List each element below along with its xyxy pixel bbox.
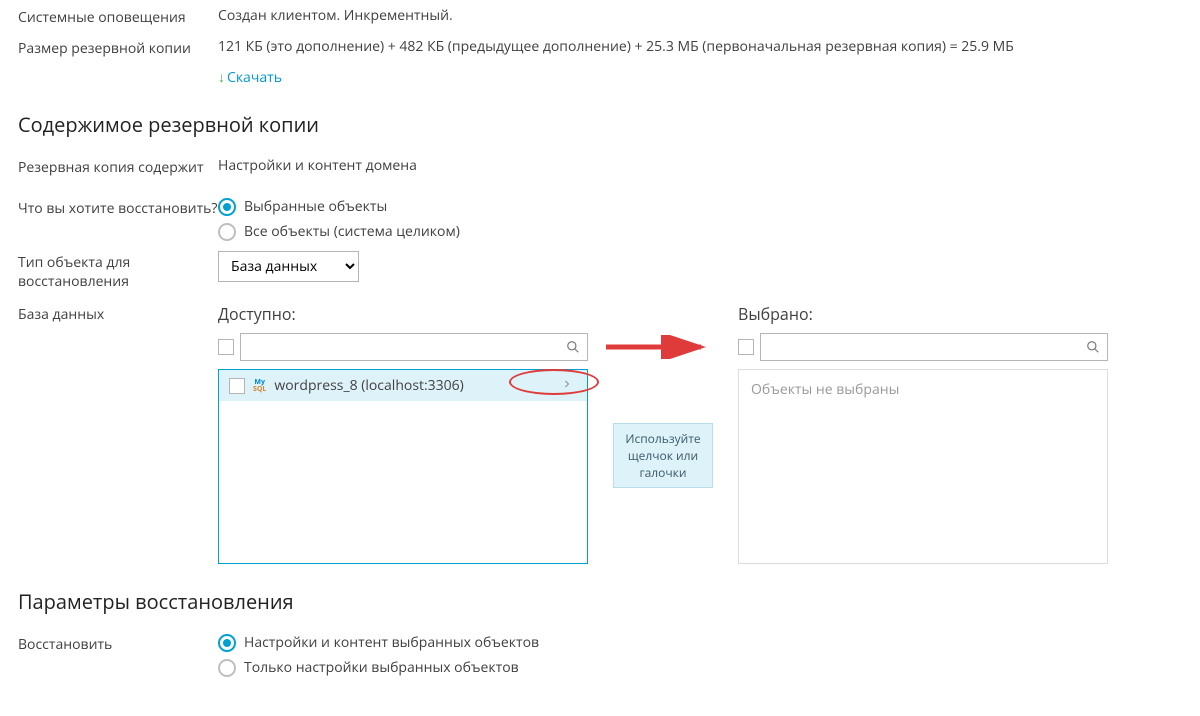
sys-notifications-value: Создан клиентом. Инкрементный. (218, 6, 1182, 27)
what-restore-label: Что вы хотите восстановить? (18, 197, 218, 241)
selected-search-input[interactable] (761, 335, 1079, 359)
backup-size-label: Размер резервной копии (18, 37, 218, 58)
available-select-all-checkbox[interactable] (218, 339, 234, 355)
search-icon[interactable] (1079, 340, 1107, 354)
backup-contains-value: Настройки и контент домена (218, 156, 1182, 177)
mysql-icon: MySQL (253, 379, 266, 393)
available-search-input[interactable] (241, 335, 559, 359)
object-type-label: Тип объекта для восстановления (18, 251, 218, 291)
object-type-select[interactable]: База данных (218, 251, 359, 282)
available-title: Доступно: (218, 303, 588, 325)
selected-select-all-checkbox[interactable] (738, 339, 754, 355)
db-row-label: База данных (18, 303, 218, 564)
chevron-right-icon[interactable] (557, 376, 577, 395)
section-title-restore: Параметры восстановления (18, 588, 1182, 615)
download-icon: ↓ (218, 68, 225, 87)
radio-label: Настройки и контент выбранных объектов (244, 633, 539, 652)
item-label: wordpress_8 (localhost:3306) (274, 376, 549, 395)
backup-size-value: 121 КБ (это дополнение) + 482 КБ (предыд… (218, 37, 1182, 58)
section-title-content: Содержимое резервной копии (18, 111, 1182, 138)
radio-icon (218, 198, 236, 216)
radio-settings-and-content[interactable]: Настройки и контент выбранных объектов (218, 633, 1182, 652)
selected-title: Выбрано: (738, 303, 1108, 325)
selected-list: Объекты не выбраны (738, 369, 1108, 564)
radio-icon (218, 223, 236, 241)
radio-icon (218, 634, 236, 652)
selected-search-wrap (760, 333, 1108, 361)
radio-label: Только настройки выбранных объектов (244, 658, 519, 677)
radio-icon (218, 659, 236, 677)
radio-label: Все объекты (система целиком) (244, 222, 460, 241)
item-checkbox[interactable] (229, 378, 245, 394)
list-item[interactable]: MySQL wordpress_8 (localhost:3306) (219, 370, 587, 401)
restore-label: Восстановить (18, 633, 218, 677)
download-link[interactable]: Скачать (227, 68, 282, 87)
radio-selected-objects[interactable]: Выбранные объекты (218, 197, 1182, 216)
sys-notifications-label: Системные оповещения (18, 6, 218, 27)
available-search-wrap (240, 333, 588, 361)
radio-all-objects[interactable]: Все объекты (система целиком) (218, 222, 1182, 241)
backup-contains-label: Резервная копия содержит (18, 156, 218, 177)
radio-settings-only[interactable]: Только настройки выбранных объектов (218, 658, 1182, 677)
search-icon[interactable] (559, 340, 587, 354)
available-list: MySQL wordpress_8 (localhost:3306) (218, 369, 588, 564)
empty-selected-text: Объекты не выбраны (739, 370, 1107, 409)
transfer-hint: Используйте щелчок или галочки (613, 423, 713, 488)
radio-label: Выбранные объекты (244, 197, 387, 216)
